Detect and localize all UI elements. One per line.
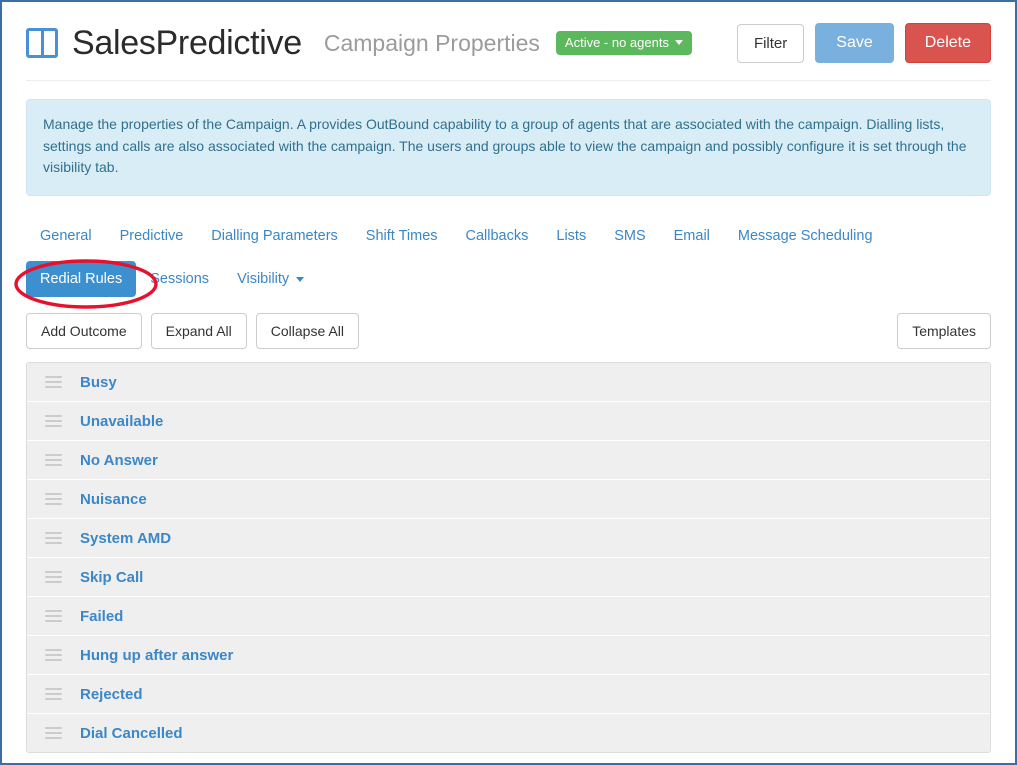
list-item[interactable]: Rejected <box>27 675 990 715</box>
info-panel: Manage the properties of the Campaign. A… <box>26 99 991 197</box>
tab-visibility[interactable]: Visibility <box>223 261 318 297</box>
brand-title: SalesPredictive <box>72 23 302 62</box>
tab-label: Dialling Parameters <box>211 228 338 245</box>
tab-label: SMS <box>614 228 646 245</box>
outcome-label: System AMD <box>80 529 172 547</box>
list-item[interactable]: Busy <box>27 363 990 403</box>
tab-message-scheduling[interactable]: Message Scheduling <box>724 218 887 254</box>
columns-layout-icon <box>26 28 58 58</box>
drag-handle-icon[interactable] <box>45 688 62 701</box>
tab-label: Message Scheduling <box>737 228 873 245</box>
outcome-label: No Answer <box>80 451 158 469</box>
tab-label: Shift Times <box>365 228 438 245</box>
save-button[interactable]: Save <box>815 23 894 63</box>
status-badge-label: Active - no agents <box>564 35 669 50</box>
tab-label: Predictive <box>119 228 184 245</box>
drag-handle-icon[interactable] <box>45 376 62 389</box>
outcome-label: Dial Cancelled <box>80 724 183 742</box>
outcome-label: Skip Call <box>80 568 144 586</box>
outcome-toolbar: Add Outcome Expand All Collapse All Temp… <box>26 313 991 350</box>
tab-label: General <box>40 228 92 245</box>
app-header: SalesPredictive Campaign Properties Acti… <box>26 2 991 72</box>
drag-handle-icon[interactable] <box>45 571 62 584</box>
list-item[interactable]: No Answer <box>27 441 990 481</box>
outcome-label: Busy <box>80 373 117 391</box>
add-outcome-button[interactable]: Add Outcome <box>26 313 142 350</box>
app-window: SalesPredictive Campaign Properties Acti… <box>0 0 1017 765</box>
templates-button[interactable]: Templates <box>897 313 991 350</box>
tab-label: Redial Rules <box>40 271 123 288</box>
tab-callbacks[interactable]: Callbacks <box>452 218 543 254</box>
outcome-label: Hung up after answer <box>80 646 234 664</box>
tab-label: Visibility <box>237 271 290 288</box>
tab-lists[interactable]: Lists <box>542 218 600 254</box>
tab-sms[interactable]: SMS <box>600 218 659 254</box>
tab-label: Lists <box>556 228 587 245</box>
outcome-label: Nuisance <box>80 490 147 508</box>
tab-bar: General Predictive Dialling Parameters S… <box>26 218 991 298</box>
tab-label: Email <box>673 228 710 245</box>
header-divider <box>26 80 991 81</box>
list-item[interactable]: Dial Cancelled <box>27 714 990 753</box>
expand-all-button[interactable]: Expand All <box>150 313 247 350</box>
outcome-list: Busy Unavailable No Answer Nuisance Syst… <box>26 362 991 754</box>
caret-down-icon <box>674 40 683 45</box>
chevron-down-icon <box>296 276 305 282</box>
header-actions: Filter Save Delete <box>736 23 991 63</box>
status-badge[interactable]: Active - no agents <box>555 31 692 55</box>
tab-redial-rules[interactable]: Redial Rules <box>26 261 137 298</box>
drag-handle-icon[interactable] <box>45 493 62 506</box>
drag-handle-icon[interactable] <box>45 454 62 467</box>
tab-email[interactable]: Email <box>660 218 724 254</box>
tab-label: Callbacks <box>465 228 529 245</box>
list-item[interactable]: Unavailable <box>27 402 990 442</box>
collapse-all-button[interactable]: Collapse All <box>255 313 359 350</box>
list-item[interactable]: Nuisance <box>27 480 990 520</box>
tab-dialling-parameters[interactable]: Dialling Parameters <box>197 218 352 254</box>
drag-handle-icon[interactable] <box>45 727 62 740</box>
drag-handle-icon[interactable] <box>45 532 62 545</box>
outcome-label: Unavailable <box>80 412 164 430</box>
list-item[interactable]: System AMD <box>27 519 990 559</box>
list-item[interactable]: Failed <box>27 597 990 637</box>
tab-general[interactable]: General <box>26 218 106 254</box>
tab-sessions[interactable]: Sessions <box>136 261 223 297</box>
tab-predictive[interactable]: Predictive <box>106 218 198 254</box>
list-item[interactable]: Skip Call <box>27 558 990 598</box>
drag-handle-icon[interactable] <box>45 610 62 623</box>
tab-shift-times[interactable]: Shift Times <box>352 218 452 254</box>
outcome-label: Failed <box>80 607 124 625</box>
drag-handle-icon[interactable] <box>45 649 62 662</box>
page-title: Campaign Properties <box>323 29 540 56</box>
outcome-label: Rejected <box>80 685 143 703</box>
list-item[interactable]: Hung up after answer <box>27 636 990 676</box>
tab-label: Sessions <box>150 271 210 288</box>
delete-button[interactable]: Delete <box>904 23 991 63</box>
drag-handle-icon[interactable] <box>45 415 62 428</box>
filter-button[interactable]: Filter <box>736 23 805 63</box>
